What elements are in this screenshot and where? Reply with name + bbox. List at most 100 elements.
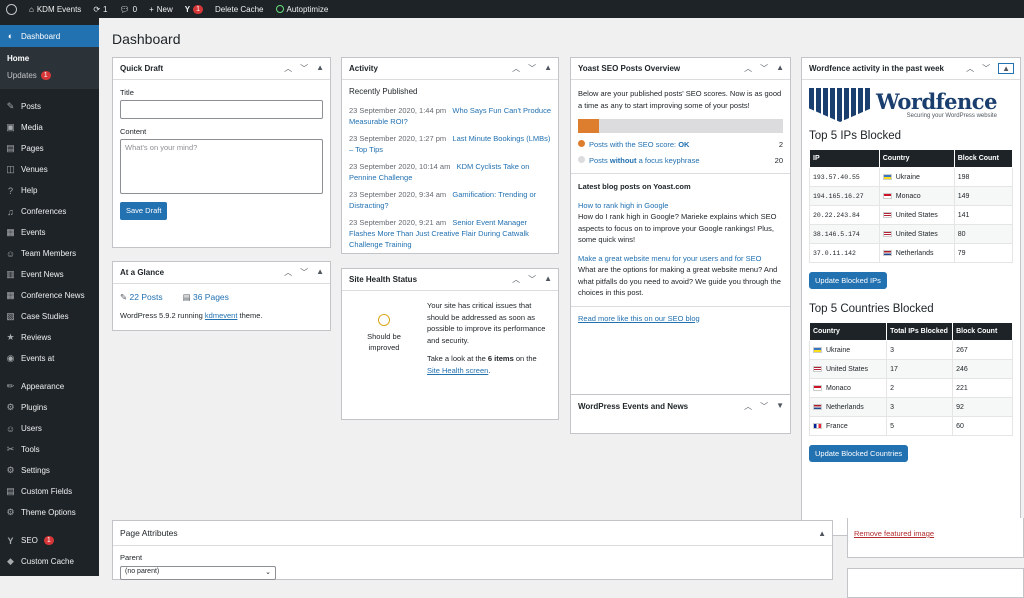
sidebar-item-events[interactable]: ▦ Events (0, 222, 99, 243)
move-up-icon[interactable]: ︿ (284, 63, 292, 74)
sidebar-item-media[interactable]: ▣ Media (0, 117, 99, 138)
sidebar-item-dashboard[interactable]: ◐ Dashboard (0, 25, 99, 47)
sidebar-item-venues[interactable]: ◫ Venues (0, 159, 99, 180)
save-draft-button[interactable]: Save Draft (120, 202, 168, 220)
move-down-icon[interactable]: ﹀ (528, 63, 536, 74)
custom-fields-icon: ▤ (6, 486, 15, 496)
activity-date: 23 September 2020, 1:44 pm (349, 106, 447, 115)
chevron-down-icon: ⌄ (265, 569, 271, 576)
sidebar-item-custom-fields[interactable]: ▤ Custom Fields (0, 481, 99, 502)
admin-sidebar: ◐ Dashboard Home Updates 1 ✎ Posts ▣ Media ▤ Pa… (0, 18, 99, 576)
venues-icon: ◫ (6, 164, 15, 174)
draft-content-textarea[interactable]: What's on your mind? (120, 139, 323, 194)
widget-header: Yoast SEO Posts Overview ︿ ﹀ ▲ (571, 58, 790, 80)
sidebar-item-event-news[interactable]: ▥ Event News (0, 264, 99, 285)
sidebar-item-team-members[interactable]: ☺ Team Members (0, 243, 99, 264)
collapse-toggle-icon[interactable]: ▲ (316, 63, 324, 74)
move-up-icon[interactable]: ︿ (744, 401, 752, 412)
sidebar-item-settings[interactable]: ⚙ Settings (0, 460, 99, 481)
comments-menu[interactable]: 💬︎ 0 (113, 0, 143, 18)
move-down-icon[interactable]: ﹀ (300, 267, 308, 278)
new-content-menu[interactable]: + New (143, 0, 179, 18)
sidebar-item-appearance[interactable]: ✏ Appearance (0, 376, 99, 397)
move-down-icon[interactable]: ﹀ (300, 63, 308, 74)
ip-table-row: 194.165.16.27 Monaco 149 (809, 186, 1014, 206)
yoast-post-link-2[interactable]: Make a great website menu for your users… (578, 253, 783, 265)
sidebar-item-custom-cache[interactable]: ◆ Custom Cache (0, 551, 99, 572)
draft-title-input[interactable] (120, 100, 323, 119)
expand-toggle-icon[interactable]: ▼ (776, 401, 784, 412)
move-down-icon[interactable]: ﹀ (982, 63, 990, 74)
appearance-icon: ✏ (6, 381, 15, 391)
sidebar-item-pages[interactable]: ▤ Pages (0, 138, 99, 159)
ip-table-row: 37.0.11.142 Netherlands 79 (809, 243, 1014, 263)
wordfence-widget: Wordfence activity in the past week ︿ ﹀ ▲ … (801, 57, 1021, 536)
box-header: Page Attributes ▲ (113, 521, 832, 546)
sidebar-item-plugins[interactable]: ⚙ Plugins (0, 397, 99, 418)
seo-none-link[interactable]: Posts without a focus keyphrase (589, 156, 700, 165)
move-up-icon[interactable]: ︿ (284, 267, 292, 278)
sidebar-item-theme-options[interactable]: ⚙ Theme Options (0, 502, 99, 523)
plus-icon: + (149, 4, 154, 14)
activity-date: 23 September 2020, 9:34 am (349, 190, 447, 199)
yoast-intro: Below are your published posts' SEO scor… (578, 89, 782, 110)
total-ips-cell: 5 (886, 416, 954, 436)
country-cell: Ukraine (808, 340, 888, 360)
update-blocked-countries-button[interactable]: Update Blocked Countries (809, 445, 909, 462)
sidebar-item-posts[interactable]: ✎ Posts (0, 96, 99, 117)
collapse-toggle-icon[interactable]: ▲ (544, 274, 552, 285)
collapse-toggle-icon[interactable]: ▲ (316, 267, 324, 278)
sidebar-item-conference-news[interactable]: ▦ Conference News (0, 285, 99, 306)
site-name-menu[interactable]: ⌂ KDM Events (23, 0, 87, 18)
move-up-icon[interactable]: ︿ (512, 63, 520, 74)
yoast-post-link-1[interactable]: How to rank high in Google (578, 200, 783, 212)
collapse-toggle-icon[interactable]: ▲ (818, 529, 826, 538)
fr-flag-icon (813, 422, 822, 429)
pages-count-link[interactable]: 36 Pages (193, 292, 229, 302)
pages-icon: ▤ (6, 143, 15, 153)
sidebar-item-reviews[interactable]: ★ Reviews (0, 327, 99, 348)
collapse-toggle-icon[interactable]: ▲ (544, 63, 552, 74)
move-down-icon[interactable]: ﹀ (528, 274, 536, 285)
country-table-row: Monaco 2 221 (808, 378, 1013, 398)
delete-cache-button[interactable]: Delete Cache (209, 0, 269, 18)
collapse-toggle-icon[interactable]: ▲ (776, 63, 784, 74)
wordfence-shield-icon (809, 88, 871, 122)
autoptimize-menu[interactable]: Autoptimize (270, 0, 335, 18)
sidebar-subitem-home[interactable]: Home (0, 50, 99, 67)
theme-link[interactable]: kdmevent (205, 311, 238, 320)
activity-date: 23 September 2020, 10:14 am (349, 162, 451, 171)
seo-ok-link[interactable]: Posts with the SEO score: OK (589, 140, 689, 149)
sidebar-item-case-studies[interactable]: ▧ Case Studies (0, 306, 99, 327)
site-health-screen-link[interactable]: Site Health screen (427, 366, 488, 375)
ip-table-row: 20.22.243.84 United States 141 (809, 205, 1014, 225)
move-up-icon[interactable]: ︿ (744, 63, 752, 74)
move-up-icon[interactable]: ︿ (966, 63, 974, 74)
sidebar-item-conferences[interactable]: ♫ Conferences (0, 201, 99, 222)
sidebar-item-tools[interactable]: ✂ Tools (0, 439, 99, 460)
ok-dot-icon (578, 140, 585, 147)
theme-options-icon: ⚙ (6, 507, 15, 517)
users-icon: ☺ (5, 423, 16, 434)
move-up-icon[interactable]: ︿ (512, 274, 520, 285)
remove-featured-image-link[interactable]: Remove featured image (854, 529, 934, 538)
updates-menu[interactable]: ⟳ 1 (87, 0, 113, 18)
sidebar-item-seo[interactable]: Y SEO 1 (0, 530, 99, 551)
read-more-seo-blog-link[interactable]: Read more like this on our SEO blog (578, 314, 700, 323)
yoast-menu[interactable]: Y1 (179, 0, 209, 18)
sidebar-subitem-updates[interactable]: Updates 1 (0, 67, 99, 84)
top-ips-table: IP Country Block Count 193.57.40.55 Ukraine… (809, 149, 1014, 263)
sidebar-item-users[interactable]: ☺ Users (0, 418, 99, 439)
sidebar-item-events-at[interactable]: ◉ Events at (0, 348, 99, 369)
parent-select[interactable]: (no parent) ⌄ (120, 566, 276, 580)
move-down-icon[interactable]: ﹀ (760, 401, 768, 412)
update-blocked-ips-button[interactable]: Update Blocked IPs (809, 272, 887, 289)
parent-label: Parent (120, 553, 143, 562)
collapse-toggle-icon[interactable]: ▲ (998, 63, 1014, 74)
sidebar-item-help[interactable]: ? Help (0, 180, 99, 201)
move-down-icon[interactable]: ﹀ (760, 63, 768, 74)
wp-logo-menu[interactable] (0, 0, 23, 18)
mc-flag-icon (813, 384, 822, 391)
posts-count-link[interactable]: 22 Posts (130, 292, 163, 302)
home-icon: ⌂ (29, 4, 34, 14)
